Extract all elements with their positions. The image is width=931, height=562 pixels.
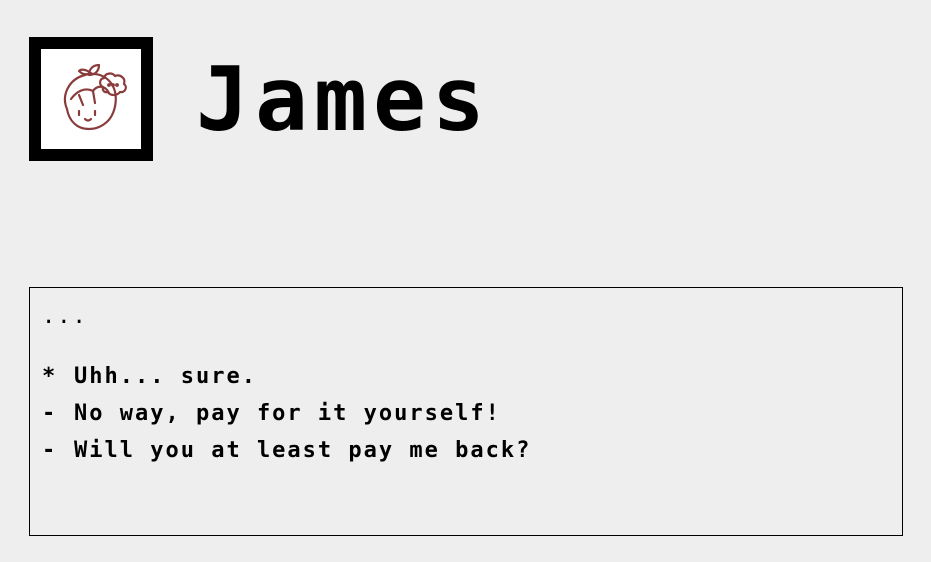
speaker-name: James — [196, 48, 491, 151]
dialog-choices: * Uhh... sure. - No way, pay for it your… — [42, 358, 531, 469]
choice-label: Uhh... sure. — [74, 364, 257, 389]
speaker-portrait — [29, 37, 153, 161]
dialog-text: ... — [42, 304, 88, 329]
choice-marker: - — [42, 401, 58, 426]
selection-marker: * — [42, 364, 58, 389]
dialog-choice-3[interactable]: - Will you at least pay me back? — [42, 432, 531, 469]
dialog-box: ... * Uhh... sure. - No way, pay for it … — [29, 287, 903, 536]
choice-label: Will you at least pay me back? — [74, 438, 532, 463]
character-portrait-icon — [63, 63, 127, 131]
dialog-choice-2[interactable]: - No way, pay for it yourself! — [42, 395, 531, 432]
dialog-choice-1[interactable]: * Uhh... sure. — [42, 358, 531, 395]
choice-marker: - — [42, 438, 58, 463]
choice-label: No way, pay for it yourself! — [74, 401, 501, 426]
